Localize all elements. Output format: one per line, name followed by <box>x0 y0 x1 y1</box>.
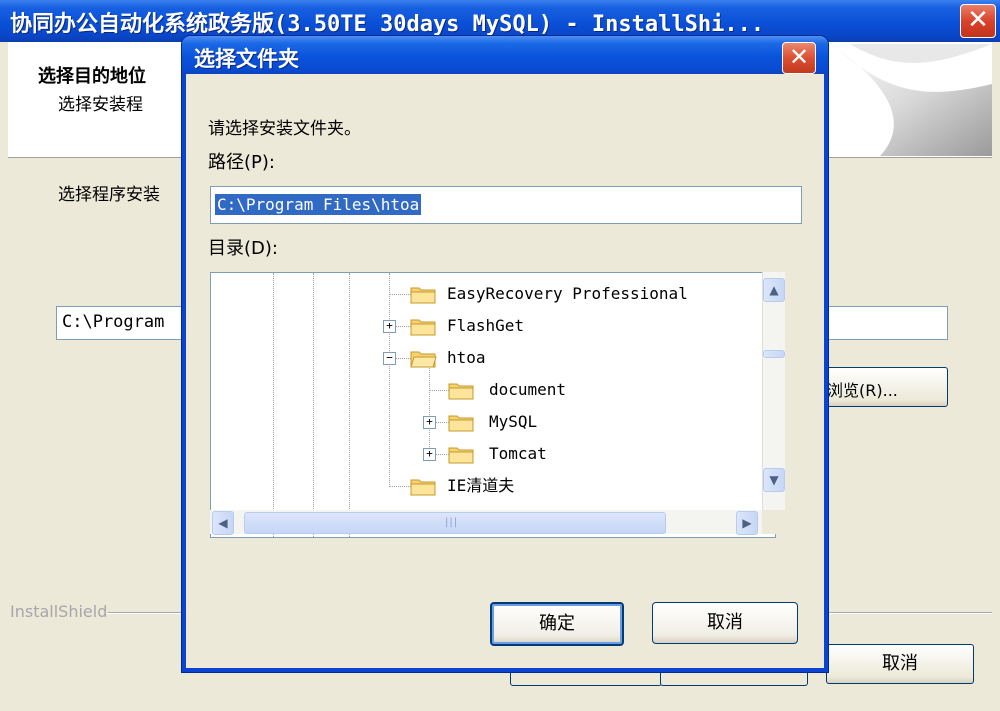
tree-collapse-toggle[interactable]: − <box>383 352 396 365</box>
select-folder-dialog: 选择文件夹 ✕ 请选择安装文件夹。 路径(P): C:\Program File… <box>182 36 828 672</box>
scroll-grip: ||| <box>445 517 459 528</box>
tree-item-selected[interactable]: − htoa <box>211 345 775 371</box>
scroll-right-button[interactable]: ▶ <box>736 511 758 535</box>
path-input-value: C:\Program Files\htoa <box>215 194 422 215</box>
installer-window-title: 协同办公自动化系统政务版(3.50TE 30days MySQL) - Inst… <box>10 12 765 37</box>
installer-path-value: C:\Program <box>62 312 165 332</box>
tree-item-label: MySQL <box>489 412 538 431</box>
horizontal-scroll-thumb[interactable]: ||| <box>244 512 666 534</box>
tree-item[interactable]: EasyRecovery Professional <box>211 281 775 307</box>
path-label: 路径(P): <box>208 152 275 173</box>
scroll-up-button[interactable]: ▲ <box>763 278 785 302</box>
installer-header-graphic <box>820 44 992 156</box>
dialog-close-button[interactable]: ✕ <box>782 42 816 74</box>
tree-item[interactable]: document <box>211 377 775 403</box>
tree-item-label: EasyRecovery Professional <box>447 284 688 303</box>
browse-label: 浏览(R)... <box>827 381 898 400</box>
scroll-down-button[interactable]: ▼ <box>763 468 785 492</box>
open-folder-icon <box>410 351 437 368</box>
tree-connector <box>389 486 411 487</box>
folder-icon <box>448 383 474 400</box>
installshield-label: InstallShield <box>10 602 108 621</box>
tree-item-label: htoa <box>447 348 486 367</box>
scrollbar-corner <box>762 510 784 534</box>
tree-vertical-scrollbar[interactable]: ▲ ▼ <box>762 272 785 510</box>
installer-close-button[interactable]: ✕ <box>960 4 996 38</box>
directory-label: 目录(D): <box>208 238 278 259</box>
tree-item[interactable]: IE清道夫 <box>211 473 775 499</box>
path-input[interactable]: C:\Program Files\htoa <box>210 186 802 224</box>
tree-item-label: Tomcat <box>489 444 547 463</box>
folder-icon <box>410 287 436 304</box>
tree-expand-toggle[interactable]: + <box>383 320 396 333</box>
installer-cancel-button[interactable]: 取消 <box>826 644 974 684</box>
dialog-prompt: 请选择安装文件夹。 <box>208 119 361 139</box>
tree-item[interactable]: + Tomcat <box>211 441 775 467</box>
cancel-button[interactable]: 取消 <box>652 602 798 644</box>
tree-expand-toggle[interactable]: + <box>423 416 436 429</box>
scroll-thumb[interactable] <box>763 350 785 358</box>
directory-tree[interactable]: EasyRecovery Professional + FlashGet − h… <box>210 272 776 538</box>
tree-connector <box>389 294 411 295</box>
tree-item-label: document <box>489 380 567 399</box>
tree-item-label: FlashGet <box>447 316 525 335</box>
tree-expand-toggle[interactable]: + <box>423 448 436 461</box>
dialog-title: 选择文件夹 <box>194 47 299 71</box>
folder-icon <box>448 447 474 464</box>
tree-item-label: IE清道夫 <box>447 476 515 495</box>
installer-browse-button[interactable]: 浏览(R)... <box>818 367 948 407</box>
tree-horizontal-scrollbar[interactable]: ◀ ||| ▶ <box>210 510 774 535</box>
folder-icon <box>410 479 436 496</box>
installer-body-text: 选择程序安装 <box>58 185 160 205</box>
installer-step-subtitle: 选择安装程 <box>58 95 143 115</box>
installer-step-title: 选择目的地位 <box>38 66 146 87</box>
scroll-left-button[interactable]: ◀ <box>212 511 234 535</box>
tree-item[interactable]: + MySQL <box>211 409 775 435</box>
ok-button[interactable]: 确定 <box>490 602 624 646</box>
folder-icon <box>448 415 474 432</box>
folder-icon <box>410 319 436 336</box>
tree-item[interactable]: + FlashGet <box>211 313 775 339</box>
